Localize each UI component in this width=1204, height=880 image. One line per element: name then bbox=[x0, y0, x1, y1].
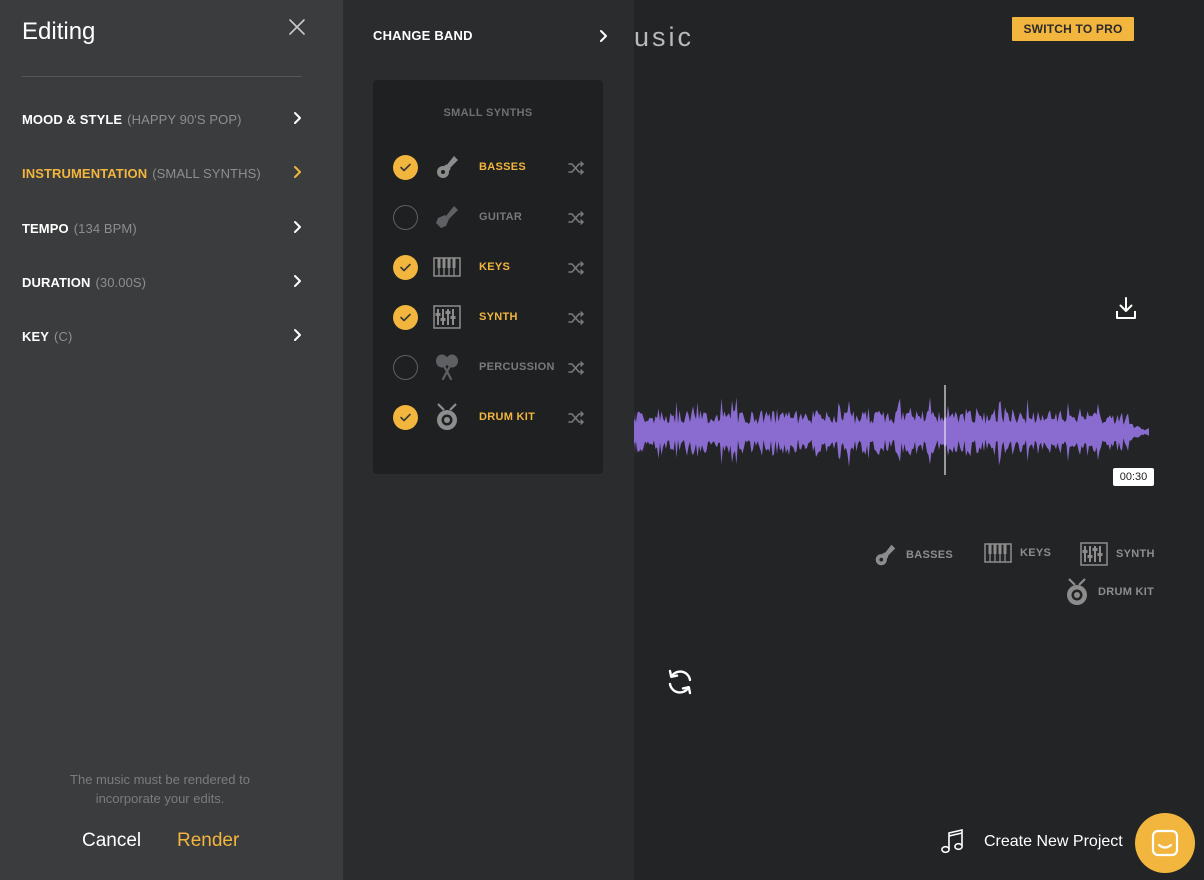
menu-item-duration[interactable]: DURATION (30.00S) bbox=[22, 269, 307, 295]
menu-item-mood-style[interactable]: MOOD & STYLE (HAPPY 90'S POP) bbox=[22, 106, 307, 132]
legend-label: BASSES bbox=[906, 549, 954, 561]
check-icon bbox=[400, 263, 411, 272]
app-root: usic SWITCH TO PRO 00:30 BASSES KEYS SYN… bbox=[0, 0, 1204, 880]
guitar-icon bbox=[436, 206, 458, 228]
chevron-right-icon bbox=[294, 221, 301, 233]
chat-icon bbox=[1151, 829, 1179, 857]
instrument-name: KEYS bbox=[479, 261, 511, 273]
guitar-icon bbox=[437, 156, 458, 178]
band-name: SMALL SYNTHS bbox=[443, 107, 533, 119]
menu-item-value: (30.00S) bbox=[95, 274, 147, 290]
music-note-icon bbox=[941, 828, 963, 854]
menu-item-value: (HAPPY 90'S POP) bbox=[127, 111, 242, 127]
piano-keys-icon bbox=[433, 257, 461, 277]
menu-item-label: KEY bbox=[22, 328, 50, 344]
shuffle-icon[interactable] bbox=[567, 409, 585, 427]
instrument-name: PERCUSSION bbox=[479, 361, 555, 373]
chevron-right-icon bbox=[600, 30, 607, 42]
instrument-row-keys[interactable]: KEYS bbox=[391, 253, 591, 283]
chevron-right-icon bbox=[294, 112, 301, 124]
editing-title: Editing bbox=[22, 18, 96, 45]
menu-item-instrumentation[interactable]: INSTRUMENTATION (SMALL SYNTHS) bbox=[22, 160, 307, 186]
legend-synth: SYNTH bbox=[1080, 542, 1155, 566]
checkbox[interactable] bbox=[393, 205, 418, 230]
checkbox[interactable] bbox=[393, 255, 418, 280]
legend-keys: KEYS bbox=[984, 542, 1051, 564]
shuffle-icon[interactable] bbox=[567, 359, 585, 377]
piano-keys-icon bbox=[984, 543, 1012, 563]
drum-kit-icon bbox=[1067, 578, 1087, 605]
legend-label: KEYS bbox=[1020, 547, 1052, 559]
render-note: The music must be rendered to incorporat… bbox=[70, 772, 250, 806]
drum-kit-icon bbox=[437, 403, 457, 430]
cancel-button[interactable]: Cancel bbox=[82, 830, 141, 852]
shuffle-icon[interactable] bbox=[567, 209, 585, 227]
check-icon bbox=[400, 413, 411, 422]
synth-icon bbox=[433, 305, 461, 329]
instrument-row-drum-kit[interactable]: DRUM KIT bbox=[391, 403, 591, 433]
create-new-project-button[interactable]: Create New Project bbox=[940, 828, 1123, 856]
menu-item-tempo[interactable]: TEMPO (134 BPM) bbox=[22, 215, 307, 241]
legend-drum-kit: DRUM KIT bbox=[1064, 578, 1154, 606]
chevron-right-icon bbox=[294, 275, 301, 287]
editing-panel: Editing MOOD & STYLE (HAPPY 90'S POP) IN… bbox=[0, 0, 343, 880]
instrument-name: BASSES bbox=[479, 161, 527, 173]
close-icon[interactable] bbox=[288, 18, 306, 36]
chevron-right-icon bbox=[294, 166, 301, 178]
instrument-row-basses[interactable]: BASSES bbox=[391, 153, 591, 183]
page-title: usic bbox=[634, 22, 695, 52]
menu-item-label: TEMPO bbox=[22, 220, 69, 236]
checkbox[interactable] bbox=[393, 305, 418, 330]
instrument-row-synth[interactable]: SYNTH bbox=[391, 303, 591, 333]
chevron-right-icon bbox=[294, 329, 301, 341]
waveform-sharp-segment bbox=[600, 396, 1149, 470]
switch-to-pro-button[interactable]: SWITCH TO PRO bbox=[1012, 17, 1134, 41]
duration-timestamp: 00:30 bbox=[1113, 468, 1154, 486]
check-icon bbox=[400, 163, 411, 172]
maracas-icon bbox=[436, 354, 458, 381]
shuffle-icon[interactable] bbox=[567, 159, 585, 177]
legend-basses: BASSES bbox=[872, 542, 953, 568]
change-band-label: CHANGE BAND bbox=[373, 28, 473, 43]
shuffle-icon[interactable] bbox=[567, 259, 585, 277]
instrument-name: GUITAR bbox=[479, 211, 523, 223]
menu-item-label: INSTRUMENTATION bbox=[22, 165, 148, 181]
menu-item-value: (134 BPM) bbox=[73, 220, 137, 236]
chat-button[interactable] bbox=[1135, 813, 1195, 873]
create-new-project-label: Create New Project bbox=[984, 833, 1123, 850]
panel-divider bbox=[22, 76, 302, 77]
change-band-button[interactable]: CHANGE BAND bbox=[373, 28, 609, 46]
checkbox[interactable] bbox=[393, 355, 418, 380]
instrument-name: SYNTH bbox=[479, 311, 518, 323]
menu-item-key[interactable]: KEY (C) bbox=[22, 323, 307, 349]
synth-icon bbox=[1080, 542, 1108, 566]
checkbox[interactable] bbox=[393, 155, 418, 180]
render-button[interactable]: Render bbox=[177, 830, 239, 852]
instrument-row-guitar[interactable]: GUITAR bbox=[391, 203, 591, 233]
shuffle-icon[interactable] bbox=[567, 309, 585, 327]
instrument-name: DRUM KIT bbox=[479, 411, 536, 423]
menu-item-value: (SMALL SYNTHS) bbox=[152, 165, 261, 181]
menu-item-value: (C) bbox=[54, 328, 73, 344]
checkbox[interactable] bbox=[393, 405, 418, 430]
check-icon bbox=[400, 313, 411, 322]
guitar-icon bbox=[875, 544, 896, 566]
legend-label: SYNTH bbox=[1116, 548, 1155, 560]
instrument-card: SMALL SYNTHS BASSES GUITAR KEYS SYNTH PE… bbox=[373, 80, 603, 474]
instrument-row-percussion[interactable]: PERCUSSION bbox=[391, 353, 591, 383]
menu-item-label: DURATION bbox=[22, 274, 91, 290]
menu-item-label: MOOD & STYLE bbox=[22, 111, 123, 127]
legend-label: DRUM KIT bbox=[1098, 586, 1155, 598]
download-icon[interactable] bbox=[1114, 296, 1138, 322]
band-panel: CHANGE BAND SMALL SYNTHS BASSES GUITAR K… bbox=[343, 0, 634, 880]
refresh-icon[interactable] bbox=[665, 667, 695, 697]
